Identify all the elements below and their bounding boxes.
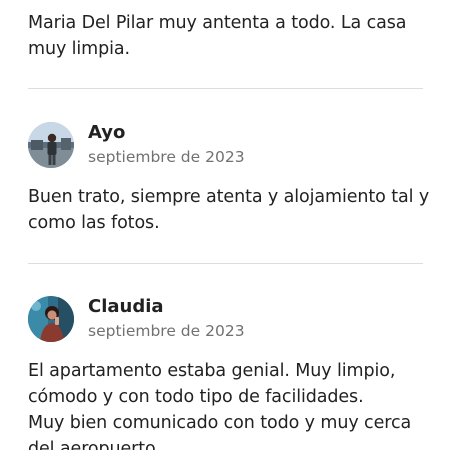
reviewer-name: Ayo bbox=[88, 122, 126, 143]
review-line: cómodo y con todo tipo de facilidades. bbox=[28, 387, 364, 407]
review-line: del aeropuerto. bbox=[28, 439, 161, 450]
avatar[interactable] bbox=[28, 122, 74, 168]
divider bbox=[28, 88, 423, 89]
person-photo-icon bbox=[28, 296, 74, 342]
divider bbox=[28, 263, 423, 264]
review-item: Claudia septiembre de 2023 El apartament… bbox=[28, 296, 438, 450]
reviewer-header: Ayo septiembre de 2023 bbox=[28, 122, 438, 170]
review-line: Maria Del Pilar muy antenta a todo. La c… bbox=[28, 13, 407, 33]
review-line: muy limpia. bbox=[28, 39, 130, 59]
previous-review-text: Maria Del Pilar muy antenta a todo. La c… bbox=[28, 0, 428, 62]
avatar[interactable] bbox=[28, 296, 74, 342]
review-date: septiembre de 2023 bbox=[88, 148, 245, 166]
review-line: como las fotos. bbox=[28, 213, 160, 233]
review-item: Ayo septiembre de 2023 Buen trato, siemp… bbox=[28, 122, 438, 236]
reviews-screen: Maria Del Pilar muy antenta a todo. La c… bbox=[0, 0, 450, 450]
review-text: Buen trato, siempre atenta y alojamiento… bbox=[28, 184, 438, 236]
reviewer-header: Claudia septiembre de 2023 bbox=[28, 296, 438, 344]
review-line: Muy bien comunicado con todo y muy cerca bbox=[28, 413, 412, 433]
review-line bbox=[28, 0, 428, 10]
review-line: El apartamento estaba genial. Muy limpio… bbox=[28, 361, 396, 381]
review-text: El apartamento estaba genial. Muy limpio… bbox=[28, 358, 438, 450]
reviewer-name: Claudia bbox=[88, 296, 164, 317]
review-date: septiembre de 2023 bbox=[88, 322, 245, 340]
review-line: Buen trato, siempre atenta y alojamiento… bbox=[28, 187, 430, 207]
person-photo-icon bbox=[28, 122, 74, 168]
